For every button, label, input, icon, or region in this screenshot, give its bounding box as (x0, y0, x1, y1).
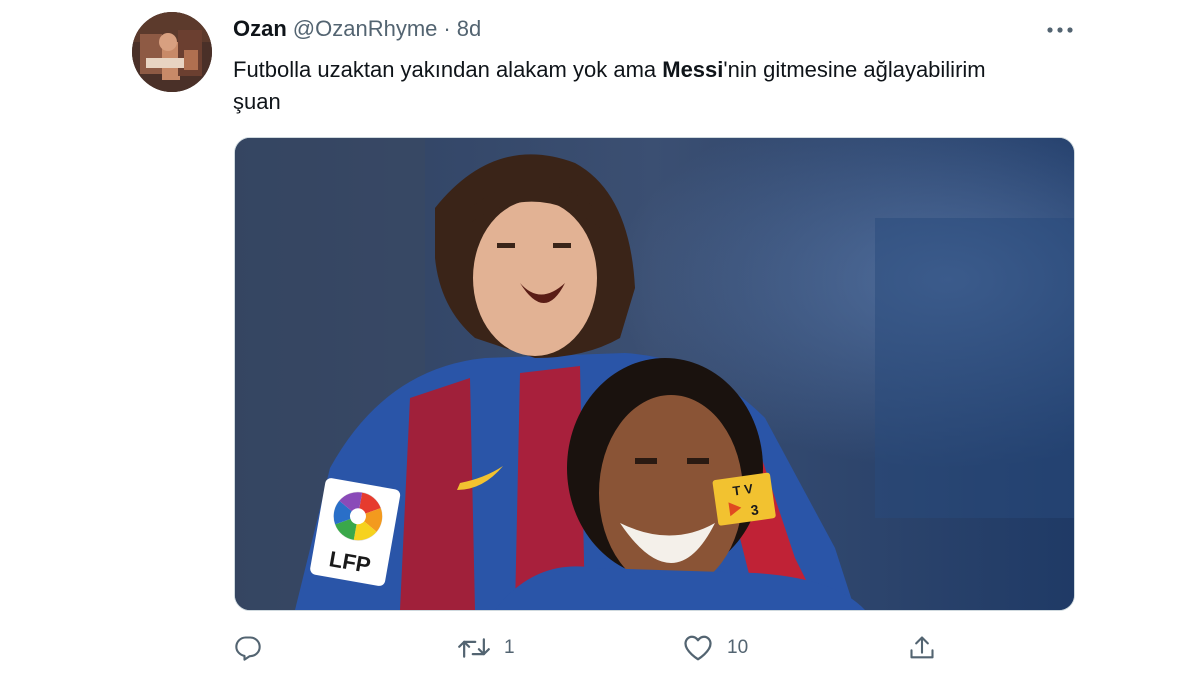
avatar[interactable] (132, 12, 212, 92)
tv3-top-text: T V (732, 481, 754, 499)
separator-dot: · (443, 16, 451, 41)
heart-icon (684, 635, 712, 661)
tv3-patch: T V 3 (712, 472, 776, 526)
more-icon (1047, 27, 1073, 33)
tweet-time[interactable]: 8d (457, 16, 481, 42)
reply-button[interactable] (234, 628, 262, 668)
avatar-image (132, 12, 212, 92)
reply-icon (235, 636, 261, 661)
tweet-actions: 1 10 (0, 628, 1200, 668)
share-icon (910, 636, 934, 659)
retweet-button[interactable]: 1 (458, 628, 515, 668)
author-name[interactable]: Ozan (233, 16, 287, 42)
like-button[interactable]: 10 (683, 628, 748, 668)
tweet-text-part1: Futbolla uzaktan yakından alakam yok ama (233, 57, 663, 82)
more-options-button[interactable] (1044, 18, 1076, 42)
tweet: Ozan @OzanRhyme · 8d Futbolla uzaktan ya… (0, 0, 1200, 675)
tweet-text: Futbolla uzaktan yakından alakam yok ama… (233, 54, 993, 118)
retweet-icon (458, 638, 490, 658)
tweet-text-bold: Messi (662, 57, 724, 82)
tweet-header: Ozan @OzanRhyme · 8d (233, 16, 481, 44)
like-count: 10 (727, 637, 749, 658)
tweet-media[interactable]: LFP T V 3 (234, 137, 1075, 611)
media-photo: LFP T V 3 (235, 138, 1074, 610)
share-button[interactable] (908, 628, 936, 668)
author-handle[interactable]: @OzanRhyme (293, 16, 438, 42)
retweet-count: 1 (504, 637, 515, 658)
